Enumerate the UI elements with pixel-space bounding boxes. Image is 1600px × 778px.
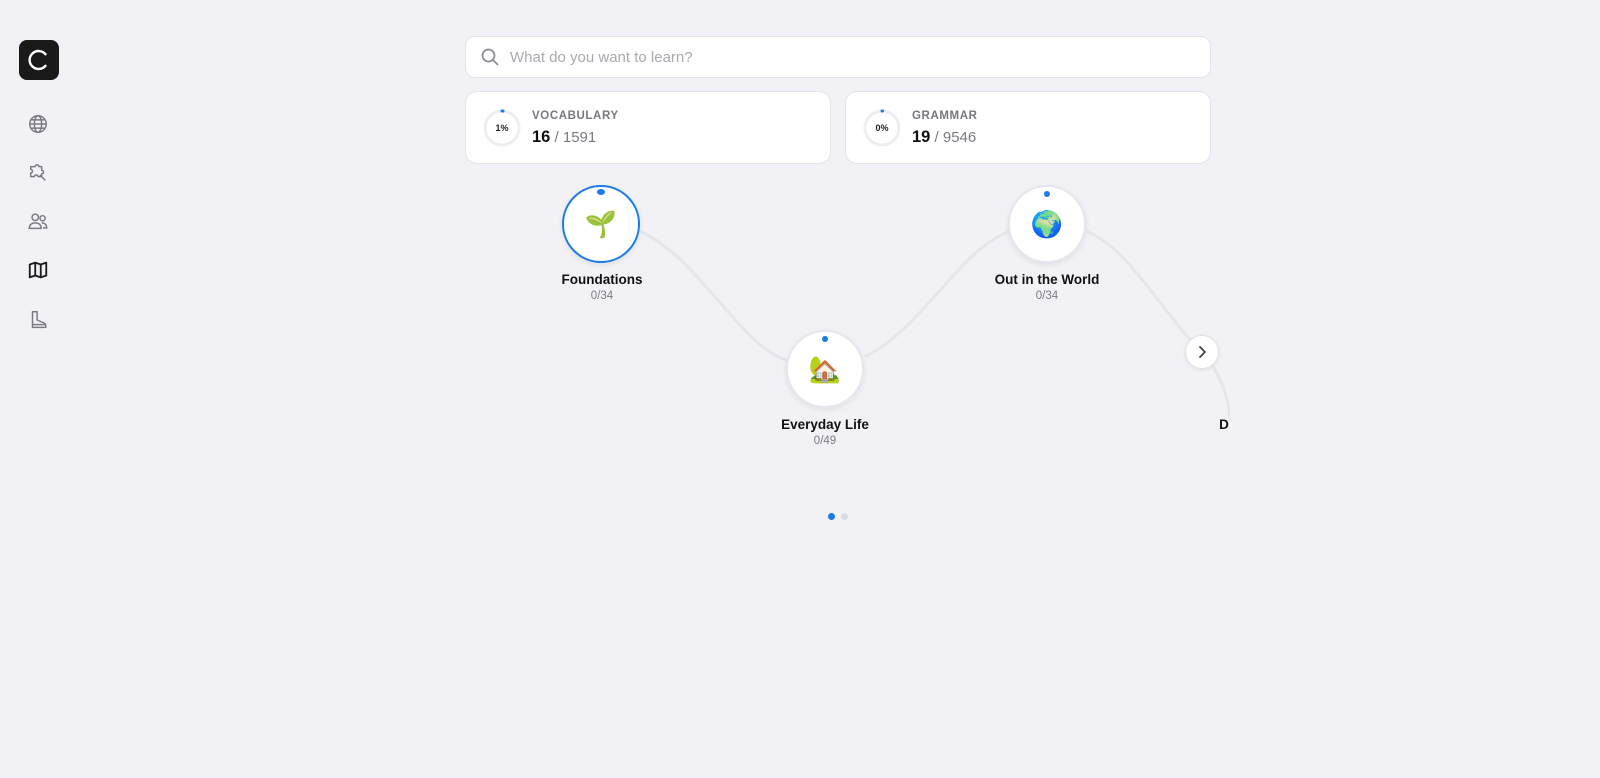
learning-path: 🌱 Foundations 0/34 🏡 Everyday Life 0/49 … xyxy=(0,0,1230,778)
chevron-right-icon xyxy=(1199,346,1206,358)
node-indicator-dot xyxy=(822,336,828,342)
pager-dot[interactable] xyxy=(841,513,848,520)
path-node-everyday-life[interactable]: 🏡 xyxy=(786,330,864,408)
node-title-out-in-the-world: Out in the World xyxy=(994,272,1100,287)
path-connector xyxy=(640,230,1230,422)
pager-dot[interactable] xyxy=(828,513,835,520)
node-title-everyday-life: Everyday Life xyxy=(781,417,869,432)
node-title-foundations: Foundations xyxy=(561,272,643,287)
house-icon: 🏡 xyxy=(808,353,842,384)
sprout-icon: 🌱 xyxy=(584,208,618,239)
node-count-everyday-life: 0/49 xyxy=(813,435,837,447)
globe-emoji-icon: 🌍 xyxy=(1030,208,1064,239)
node-count-out-in-the-world: 0/34 xyxy=(1035,290,1059,302)
node-title-partial: D xyxy=(1219,417,1229,432)
node-count-foundations: 0/34 xyxy=(590,290,614,302)
node-indicator-dot xyxy=(597,189,605,195)
path-node-foundations[interactable]: 🌱 xyxy=(562,185,640,263)
next-page-button[interactable] xyxy=(1185,335,1219,369)
node-indicator-dot xyxy=(1044,191,1050,197)
path-node-out-in-the-world[interactable]: 🌍 xyxy=(1008,185,1086,263)
